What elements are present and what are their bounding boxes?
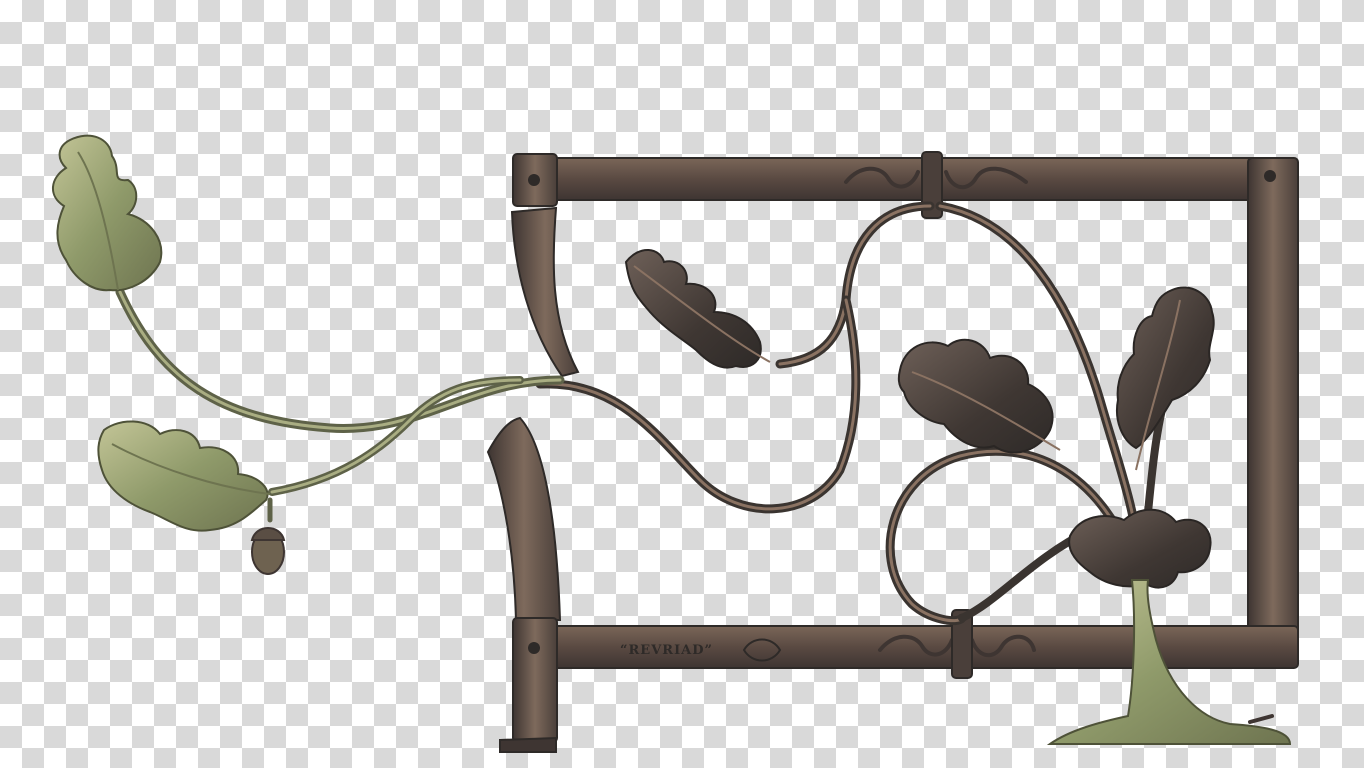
transparent-background: “REVRIAD” bbox=[0, 0, 1364, 768]
patina-oak-leaf-bottom bbox=[97, 420, 271, 532]
maker-stamp-text: “REVRIAD” bbox=[620, 643, 713, 658]
frame-right-bar bbox=[1247, 157, 1299, 667]
iron-oak-leaf-left bbox=[624, 249, 771, 369]
iron-oak-leaf-upper-right bbox=[1116, 286, 1215, 471]
frame-top-bar bbox=[514, 157, 1291, 201]
wrought-iron-bracket: “REVRIAD” bbox=[52, 134, 1299, 753]
patina-oak-leaf-top bbox=[52, 134, 163, 292]
iron-oak-leaf-center bbox=[897, 338, 1061, 454]
iron-oak-leaf-lower-right bbox=[1068, 508, 1212, 589]
acorn bbox=[250, 527, 286, 575]
frame-left-bottom-post bbox=[486, 416, 562, 753]
